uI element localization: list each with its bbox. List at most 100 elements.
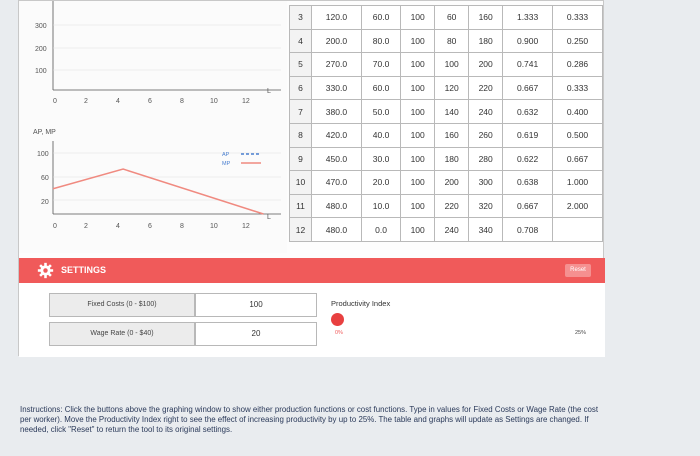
table-cell: 60 [434,5,470,30]
table-cell: 0.638 [502,170,554,195]
productivity-slider-track[interactable] [337,320,597,322]
instructions-text: Instructions: Click the buttons above th… [20,405,599,435]
table-row: 10 470.0 20.0 100 200 300 0.638 1.000 [289,170,603,195]
table-row: 7 380.0 50.0 100 140 240 0.632 0.400 [289,99,603,124]
table-cell: 70.0 [360,52,402,77]
table-cell [552,217,603,242]
table-cell: 180 [468,28,504,54]
top-chart-x-tick: 2 [84,98,88,105]
table-cell: 0.667 [552,146,603,172]
top-chart-x-axis-label: L [267,88,271,95]
labor-cell: 8 [289,122,312,148]
productivity-max-label: 25% [575,330,587,336]
table-cell: 0.622 [502,146,554,172]
table-cell: 140 [434,99,470,124]
bottom-chart-x-tick: 10 [210,223,218,230]
top-chart-y-tick: 100 [35,68,47,75]
table-cell: 100 [400,28,436,54]
productivity-index-label: Productivity Index [331,299,391,308]
labor-cell: 10 [289,170,312,195]
table-cell: 0.286 [552,52,603,77]
table-cell: 340 [468,217,504,242]
table-cell: 200.0 [311,28,362,54]
bottom-chart-x-tick: 0 [53,223,57,230]
settings-title: SETTINGS [61,265,107,275]
table-cell: 420.0 [311,122,362,148]
table-cell: 220 [468,75,504,101]
bottom-chart-y-tick: 100 [37,151,49,158]
productivity-slider-handle[interactable] [331,313,344,326]
table-cell: 60.0 [360,75,402,101]
table-row: 8 420.0 40.0 100 160 260 0.619 0.500 [289,122,603,148]
labor-cell: 6 [289,75,312,101]
table-row: 3 120.0 60.0 100 60 160 1.333 0.333 [289,5,603,30]
table-cell: 1.000 [552,170,603,195]
table-cell: 0.333 [552,5,603,30]
table-cell: 330.0 [311,75,362,101]
table-cell: 0.500 [552,122,603,148]
table-cell: 200 [434,170,470,195]
table-cell: 380.0 [311,99,362,124]
table-cell: 80 [434,28,470,54]
gear-icon [37,262,54,279]
reset-button[interactable]: Reset [565,264,591,277]
mp-series-line [52,168,264,215]
table-cell: 80.0 [360,28,402,54]
fixed-costs-label: Fixed Costs (0 - $100) [49,293,195,317]
table-cell: 260 [468,122,504,148]
table-cell: 220 [434,193,470,219]
table-cell: 320 [468,193,504,219]
table-cell: 180 [434,146,470,172]
table-cell: 100 [400,122,436,148]
top-chart-x-tick: 4 [116,98,120,105]
bottom-chart-x-axis-label: L [267,214,271,221]
table-cell: 10.0 [360,193,402,219]
table-cell: 100 [400,170,436,195]
wage-rate-label: Wage Rate (0 - $40) [49,322,195,346]
table-cell: 100 [400,217,436,242]
table-cell: 100 [400,5,436,30]
table-cell: 160 [468,5,504,30]
table-cell: 100 [400,99,436,124]
top-chart: 300 200 100 0 2 4 6 8 10 12 L [35,1,281,105]
bottom-chart-x-tick: 8 [180,223,184,230]
table-cell: 280 [468,146,504,172]
settings-body: Fixed Costs (0 - $100) 100 Wage Rate (0 … [19,283,605,357]
table-cell: 0.250 [552,28,603,54]
fixed-costs-input[interactable]: 100 [195,293,317,317]
table-cell: 30.0 [360,146,402,172]
table-cell: 0.667 [502,75,554,101]
bottom-chart-x-tick: 4 [116,223,120,230]
table-cell: 240 [468,99,504,124]
table-row: 11 480.0 10.0 100 220 320 0.667 2.000 [289,193,603,219]
table-cell: 0.708 [502,217,554,242]
top-chart-y-tick: 200 [35,46,47,53]
labor-cell: 12 [289,217,312,242]
table-cell: 300 [468,170,504,195]
table-cell: 120.0 [311,5,362,30]
table-row: 12 480.0 0.0 100 240 340 0.708 [289,217,603,242]
labor-cell: 9 [289,146,312,172]
table-cell: 120 [434,75,470,101]
top-chart-x-tick: 6 [148,98,152,105]
table-cell: 200 [468,52,504,77]
labor-cell: 7 [289,99,312,124]
table-cell: 0.741 [502,52,554,77]
table-cell: 2.000 [552,193,603,219]
table-cell: 240 [434,217,470,242]
legend-ap-label: AP [222,152,230,158]
productivity-min-label: 0% [335,330,343,336]
bottom-chart-x-tick: 6 [148,223,152,230]
table-cell: 270.0 [311,52,362,77]
table-cell: 160 [434,122,470,148]
table-cell: 20.0 [360,170,402,195]
wage-rate-input[interactable]: 20 [195,322,317,346]
bottom-chart-y-tick: 20 [41,199,49,206]
labor-cell: 5 [289,52,312,77]
legend-mp-label: MP [222,161,231,167]
table-cell: 480.0 [311,193,362,219]
table-cell: 0.900 [502,28,554,54]
table-cell: 100 [400,146,436,172]
table-cell: 0.333 [552,75,603,101]
table-cell: 100 [400,52,436,77]
